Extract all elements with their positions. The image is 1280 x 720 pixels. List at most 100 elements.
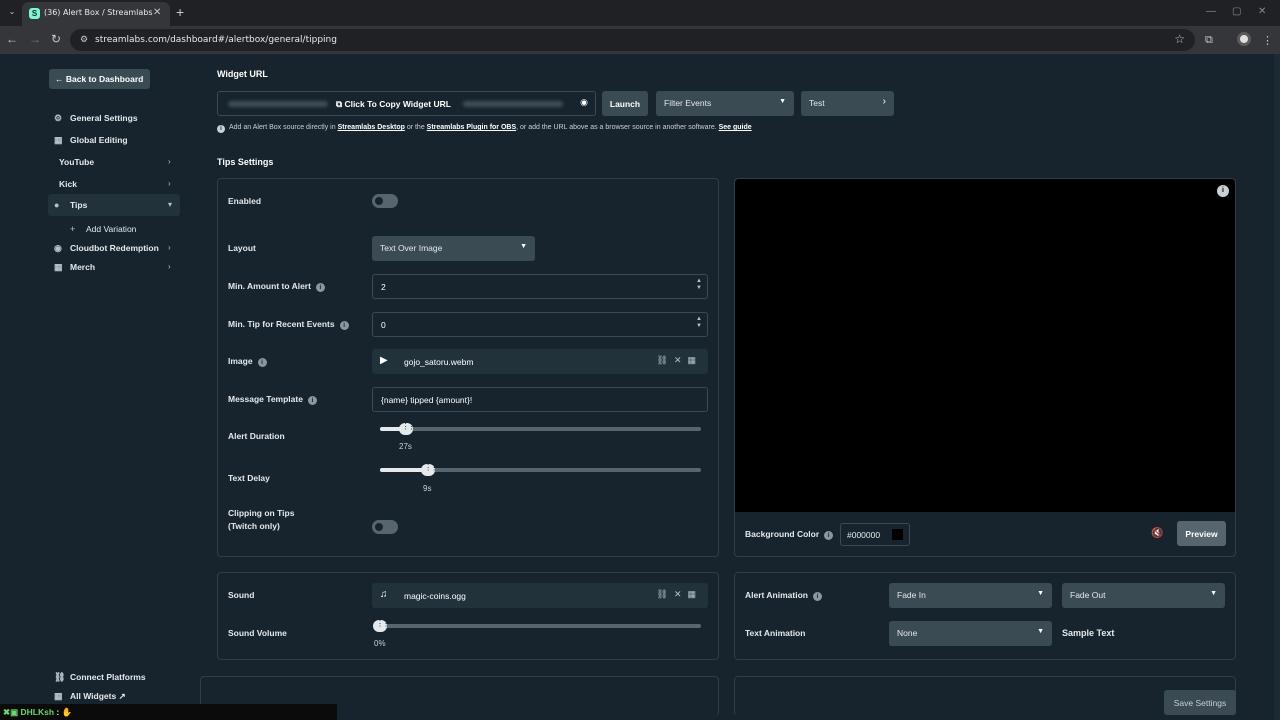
see-guide-link[interactable]: See guide	[719, 124, 752, 131]
filter-events-select[interactable]: Filter Events ▼	[656, 91, 794, 116]
enabled-toggle[interactable]	[372, 194, 398, 208]
sound-volume-value: 0%	[374, 639, 386, 648]
file-actions[interactable]: ⛓✕▦	[657, 589, 703, 600]
site-info-icon[interactable]: ⚙	[80, 34, 88, 45]
slider-handle[interactable]	[421, 463, 436, 476]
sidebar-item-general-settings[interactable]: ⚙ General Settings	[54, 113, 138, 124]
clipping-toggle[interactable]	[372, 520, 398, 534]
animation-in-select[interactable]: Fade In ▼	[889, 583, 1052, 608]
clipping-label: Clipping on Tips (Twitch only)	[228, 507, 294, 533]
chevron-right-icon: ›	[168, 179, 171, 188]
min-amount-input[interactable]: 2 ▲ ▼	[372, 274, 708, 299]
sidebar-item-tips[interactable]: ● Tips	[54, 200, 87, 210]
alert-duration-slider[interactable]	[380, 422, 701, 435]
omnibox[interactable]: ⚙ streamlabs.com/dashboard#/alertbox/gen…	[70, 29, 1195, 51]
animation-out-value: Fade Out	[1070, 590, 1106, 600]
link-icon[interactable]: ⛓	[657, 589, 674, 599]
coins-icon: ●	[54, 200, 60, 210]
extensions-icon[interactable]: ⧉	[1205, 34, 1213, 47]
back-to-dashboard-button[interactable]: ← Back to Dashboard	[49, 69, 150, 89]
test-button[interactable]: Test ›	[801, 91, 894, 116]
widget-url-field[interactable]: ⧉ Click To Copy Widget URL ◉	[217, 91, 596, 116]
layout-select[interactable]: Text Over Image ▼	[372, 236, 535, 261]
back-arrow-icon[interactable]: ←	[6, 32, 18, 46]
grid-icon: ▦	[54, 262, 63, 272]
link-icon: ⛓	[54, 672, 66, 682]
sound-file-field[interactable]: ♫ magic-coins.ogg ⛓✕▦	[372, 583, 708, 608]
close-window-icon[interactable]: ✕	[1258, 6, 1266, 17]
text-animation-select[interactable]: None ▼	[889, 621, 1052, 646]
emote-icon: ✋	[61, 707, 73, 717]
address-bar: ← → ↻ ⚙ streamlabs.com/dashboard#/alertb…	[0, 26, 1280, 54]
link-icon[interactable]: ⛓	[657, 355, 674, 365]
file-actions[interactable]: ⛓✕▦	[657, 355, 703, 366]
profile-avatar[interactable]	[1237, 32, 1251, 46]
sidebar-item-label: Cloudbot Redemption	[70, 243, 159, 253]
mute-icon[interactable]: 🔇	[1151, 528, 1163, 539]
back-label: Back to Dashboard	[65, 74, 144, 84]
gallery-icon[interactable]: ▦	[687, 589, 702, 599]
help-icon[interactable]: i	[257, 358, 267, 367]
tab-title: (36) Alert Box / Streamlabs	[44, 8, 153, 17]
launch-button[interactable]: Launch	[602, 91, 648, 116]
blurred-url	[463, 101, 563, 107]
message-template-input[interactable]: {name} tipped {amount}!	[372, 387, 708, 412]
slider-handle[interactable]	[398, 422, 414, 435]
sidebar-all-widgets[interactable]: ▦ All Widgets ↗	[54, 691, 126, 702]
min-tip-text: Min. Tip for Recent Events	[228, 319, 335, 329]
message-template-label: Message Template i	[228, 394, 317, 405]
page-scrollbar[interactable]	[1274, 54, 1280, 720]
sidebar-item-global-editing[interactable]: ▦ Global Editing	[54, 135, 128, 146]
sidebar-item-kick[interactable]: Kick	[59, 179, 77, 189]
background-color-input[interactable]: #000000	[840, 523, 910, 546]
clear-icon[interactable]: ✕	[674, 355, 688, 365]
bookmark-star-icon[interactable]: ☆	[1174, 32, 1185, 46]
browser-tab[interactable]: S (36) Alert Box / Streamlabs ✕	[22, 2, 170, 26]
obs-plugin-link[interactable]: Streamlabs Plugin for OBS	[427, 124, 516, 131]
image-file-field[interactable]: ▶ gojo_satoru.webm ⛓✕▦	[372, 349, 708, 374]
reload-icon[interactable]: ↻	[51, 32, 61, 46]
help-icon[interactable]: i	[824, 531, 834, 540]
help-icon[interactable]: i	[812, 592, 822, 601]
gallery-icon[interactable]: ▦	[687, 355, 702, 365]
stepper-icon[interactable]: ▲ ▼	[696, 316, 702, 330]
url-text[interactable]: streamlabs.com/dashboard#/alertbox/gener…	[95, 35, 337, 45]
clear-icon[interactable]: ✕	[674, 589, 688, 599]
sidebar-item-add-variation[interactable]: + Add Variation	[70, 224, 136, 234]
save-settings-button[interactable]: Save Settings	[1164, 690, 1236, 715]
sound-volume-slider[interactable]	[373, 619, 701, 632]
text-delay-slider[interactable]	[380, 463, 701, 476]
sidebar-item-youtube[interactable]: YouTube	[59, 157, 94, 167]
sidebar-item-merch[interactable]: ▦ Merch	[54, 262, 95, 273]
color-swatch[interactable]	[892, 529, 903, 540]
new-tab-icon[interactable]: +	[176, 4, 184, 20]
browser-menu-icon[interactable]: ⋮	[1262, 34, 1273, 47]
forward-arrow-icon[interactable]: →	[29, 32, 41, 46]
sidebar-item-label: Connect Platforms	[70, 672, 146, 682]
background-color-value: #000000	[847, 530, 881, 540]
sidebar-item-cloudbot-redemption[interactable]: ◉ Cloudbot Redemption	[54, 243, 159, 254]
info-icon[interactable]: i	[1217, 185, 1229, 197]
animation-out-select[interactable]: Fade Out ▼	[1062, 583, 1225, 608]
widgets-icon: ▦	[54, 691, 63, 701]
image-file-name: gojo_satoru.webm	[404, 357, 474, 367]
maximize-icon[interactable]: ▢	[1232, 6, 1241, 17]
close-tab-icon[interactable]: ✕	[153, 7, 161, 18]
text-animation-value: None	[897, 628, 918, 638]
copy-widget-url[interactable]: ⧉ Click To Copy Widget URL	[336, 99, 451, 110]
help-icon[interactable]: i	[315, 283, 325, 292]
stepper-icon[interactable]: ▲ ▼	[696, 278, 702, 292]
alert-animation-label: Alert Animation i	[745, 590, 822, 601]
minimize-icon[interactable]: —	[1206, 6, 1216, 17]
streamlabs-desktop-link[interactable]: Streamlabs Desktop	[338, 124, 405, 131]
slider-handle[interactable]	[373, 619, 388, 632]
sidebar-connect-platforms[interactable]: ⛓ Connect Platforms	[54, 672, 146, 683]
eye-icon[interactable]: ◉	[580, 97, 588, 108]
help-icon[interactable]: i	[307, 396, 317, 405]
tab-search-icon[interactable]: ⌄	[6, 7, 18, 19]
caret-down-icon: ▼	[520, 243, 527, 250]
message-template-text: Message Template	[228, 394, 303, 404]
help-icon[interactable]: i	[339, 321, 349, 330]
min-tip-input[interactable]: 0 ▲ ▼	[372, 312, 708, 337]
preview-button[interactable]: Preview	[1177, 521, 1226, 546]
